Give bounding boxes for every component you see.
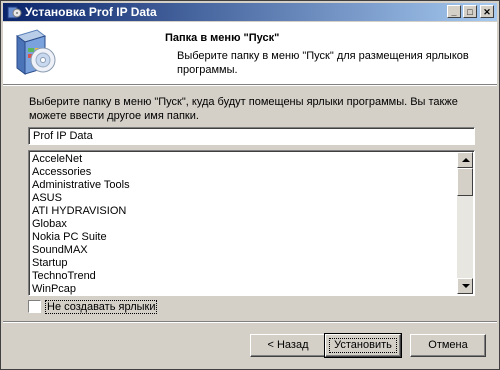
- folder-list-item[interactable]: WinPcap: [32, 283, 130, 295]
- scroll-down-button[interactable]: [457, 278, 473, 294]
- folder-list-item[interactable]: ATI HYDRAVISION: [32, 205, 130, 218]
- no-shortcuts-checkbox[interactable]: [28, 300, 41, 313]
- folder-list-item[interactable]: Startup: [32, 257, 130, 270]
- folder-list-items: AcceleNet Accessories Administrative Tools…: [32, 153, 130, 295]
- folder-list-item[interactable]: AcceleNet: [32, 153, 130, 166]
- close-button[interactable]: ✕: [480, 5, 494, 18]
- installer-cd-box-icon: [15, 29, 56, 75]
- folder-name-input[interactable]: [28, 127, 475, 145]
- scroll-thumb[interactable]: [457, 168, 473, 196]
- instructions-text: Выберите папку в меню "Пуск", куда будут…: [29, 96, 458, 122]
- folder-list-scrollbar[interactable]: [457, 152, 473, 294]
- folder-list-item[interactable]: ASUS: [32, 192, 130, 205]
- start-menu-folder-list[interactable]: AcceleNet Accessories Administrative Tools…: [28, 150, 475, 296]
- cancel-button-label: Отмена: [428, 339, 468, 351]
- installer-icon: [7, 6, 22, 19]
- arrow-down-icon: [462, 284, 470, 288]
- back-button[interactable]: < Назад: [250, 334, 326, 357]
- install-button[interactable]: Установить: [324, 333, 402, 358]
- window-title: Установка Prof IP Data: [25, 5, 157, 19]
- folder-list-item[interactable]: TechnoTrend: [32, 270, 130, 283]
- header-subtitle: Выберите папку в меню "Пуск" для размеще…: [177, 50, 469, 76]
- folder-list-item[interactable]: Nokia PC Suite: [32, 231, 130, 244]
- title-bar[interactable]: Установка Prof IP Data _ □ ✕: [3, 3, 497, 21]
- installer-window: Установка Prof IP Data _ □ ✕ Папка в мен…: [0, 0, 500, 370]
- footer-divider-highlight: [3, 322, 497, 323]
- no-shortcuts-label[interactable]: Не создавать ярлыки: [45, 300, 158, 314]
- folder-list-item[interactable]: Globax: [32, 218, 130, 231]
- minimize-button[interactable]: _: [447, 5, 461, 18]
- header-divider-highlight: [3, 85, 497, 86]
- folder-list-item[interactable]: Accessories: [32, 166, 130, 179]
- maximize-button[interactable]: □: [463, 5, 477, 18]
- header-panel: Папка в меню "Пуск" Выберите папку в мен…: [3, 22, 497, 84]
- header-title: Папка в меню "Пуск": [165, 32, 280, 44]
- back-button-label: < Назад: [267, 339, 309, 351]
- cancel-button[interactable]: Отмена: [410, 334, 486, 357]
- folder-list-item[interactable]: Administrative Tools: [32, 179, 130, 192]
- folder-list-item[interactable]: SoundMAX: [32, 244, 130, 257]
- install-button-label: Установить: [334, 339, 392, 351]
- scroll-up-button[interactable]: [457, 152, 473, 168]
- arrow-up-icon: [462, 158, 470, 162]
